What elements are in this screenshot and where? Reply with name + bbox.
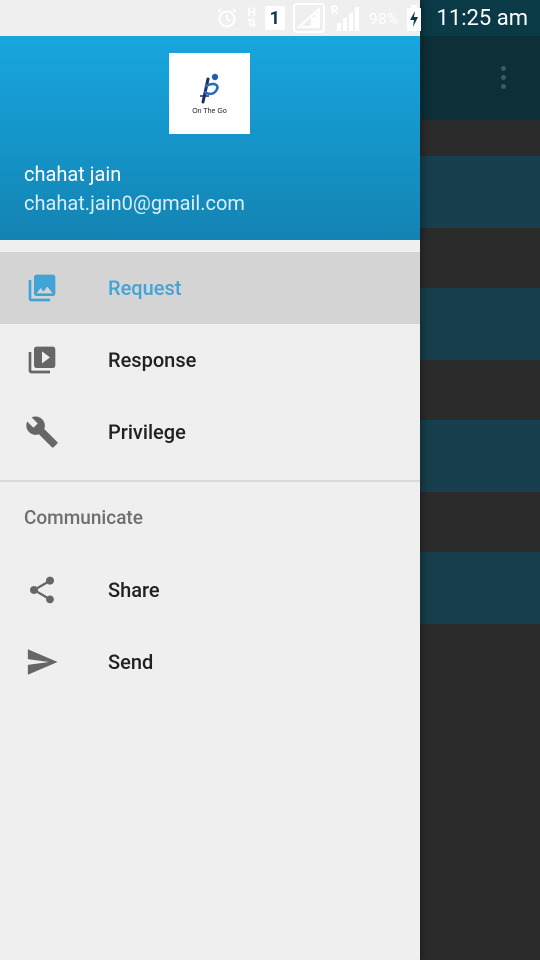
send-icon (24, 644, 60, 680)
roaming-signal-icon: R (331, 3, 361, 31)
share-icon (24, 572, 60, 608)
drawer-item-label: Response (108, 348, 197, 372)
user-email: chahat.jain0@gmail.com (24, 191, 245, 215)
drawer-item-share[interactable]: Share (0, 554, 420, 626)
drawer-item-privilege[interactable]: Privilege (0, 396, 420, 468)
logo-text: On The Go (192, 108, 227, 115)
wrench-icon (24, 414, 60, 450)
drawer-item-send[interactable]: Send (0, 626, 420, 698)
divider (0, 480, 420, 482)
battery-percent: 98% (368, 8, 399, 28)
photo-library-icon (24, 270, 60, 306)
battery-charging-icon (406, 5, 422, 31)
drawer-item-label: Send (108, 650, 154, 674)
drawer-item-label: Privilege (108, 420, 186, 444)
section-title: Communicate (24, 506, 143, 529)
drawer-item-label: Share (108, 578, 160, 602)
drawer-item-response[interactable]: Response (0, 324, 420, 396)
more-options-icon[interactable] (500, 66, 508, 92)
logo-icon (199, 73, 219, 104)
drawer-item-label: Request (108, 276, 182, 300)
status-bar: H ⇅ 1 R 98% 11:25 am (0, 0, 540, 36)
user-name: chahat jain (24, 162, 122, 186)
video-library-icon (24, 342, 60, 378)
sim-icon: 1 (264, 6, 285, 30)
app-logo: On The Go (169, 53, 250, 134)
data-h-icon: H ⇅ (246, 5, 257, 30)
drawer-header: On The Go chahat jain chahat.jain0@gmail… (0, 36, 420, 240)
drawer-item-request[interactable]: Request (0, 252, 420, 324)
signal-icon (292, 3, 325, 33)
alarm-icon (215, 6, 239, 30)
clock: 11:25 am (436, 5, 528, 31)
navigation-drawer: On The Go chahat jain chahat.jain0@gmail… (0, 0, 420, 960)
